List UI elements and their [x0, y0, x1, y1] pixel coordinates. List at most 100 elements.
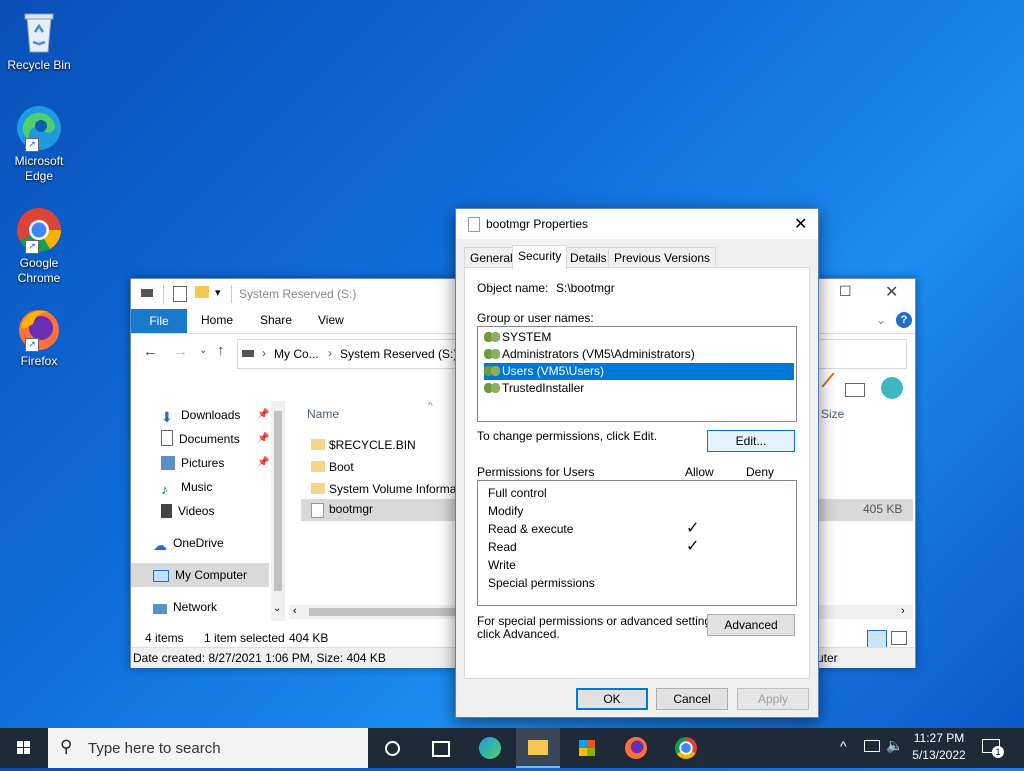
drive-icon — [141, 289, 153, 297]
recycle-bin-desktop-icon[interactable]: Recycle Bin — [4, 8, 74, 73]
nav-item-documents[interactable]: Documents — [161, 429, 240, 449]
edge-desktop-icon[interactable]: ↗ Microsoft Edge — [4, 104, 74, 184]
chrome-icon: ↗ — [15, 206, 63, 254]
file-size: 405 KB — [863, 502, 903, 516]
details-view-icon[interactable] — [867, 630, 887, 648]
ribbon-collapse-chevron-icon[interactable]: ⌄ — [876, 313, 886, 327]
taskbar-firefox[interactable] — [614, 728, 658, 768]
breadcrumb-my-computer[interactable]: My Co... — [274, 347, 319, 361]
drive-icon — [242, 350, 254, 357]
taskbar-store[interactable] — [566, 728, 610, 768]
object-name-label: Object name: — [477, 281, 549, 295]
nav-item-my-computer[interactable]: My Computer — [153, 565, 247, 585]
user-item-users[interactable]: Users (VM5\Users) — [484, 363, 794, 380]
volume-icon[interactable]: 🔈 — [886, 737, 903, 754]
edit-button[interactable]: Edit... — [707, 430, 795, 452]
rename-icon[interactable] — [845, 383, 865, 397]
breadcrumb-separator-icon: › — [328, 346, 332, 360]
cortana-button[interactable] — [370, 728, 414, 768]
nav-item-pictures[interactable]: Pictures — [161, 453, 224, 473]
help-icon[interactable]: ? — [896, 312, 912, 328]
desktop-icon-label: Recycle Bin — [7, 58, 71, 72]
users-group-icon — [484, 330, 500, 344]
tab-security[interactable]: Security — [512, 245, 568, 269]
cancel-button[interactable]: Cancel — [656, 688, 728, 710]
ribbon-tab-view[interactable]: View — [318, 313, 344, 327]
close-icon[interactable]: ✕ — [885, 282, 898, 302]
tab-details[interactable]: Details — [564, 247, 613, 268]
pin-icon[interactable]: 📌 — [257, 409, 269, 420]
clock-time: 11:27 PM — [913, 731, 965, 745]
shell-globe-icon[interactable] — [881, 377, 903, 399]
user-list[interactable]: SYSTEM Administrators (VM5\Administrator… — [477, 326, 797, 422]
nav-item-onedrive[interactable]: ☁ OneDrive — [153, 533, 224, 553]
up-arrow-icon[interactable]: ↑ — [217, 342, 225, 359]
edit-pen-icon[interactable] — [821, 372, 835, 388]
forward-arrow-icon[interactable]: → — [173, 343, 188, 360]
taskbar-file-explorer[interactable] — [516, 728, 560, 768]
quick-access-dropdown-icon[interactable]: ▾ — [215, 286, 221, 299]
properties-dialog[interactable]: bootmgr Properties ✕ General Security De… — [455, 208, 819, 718]
user-item-administrators[interactable]: Administrators (VM5\Administrators) — [484, 346, 794, 363]
h-scrollbar-thumb[interactable] — [309, 608, 479, 616]
dialog-titlebar[interactable]: bootmgr Properties ✕ — [456, 209, 818, 239]
item-count: 4 items — [145, 631, 184, 645]
firefox-desktop-icon[interactable]: ↗ Firefox — [4, 304, 74, 369]
recent-dropdown-icon[interactable]: ⌄ — [199, 345, 207, 356]
scroll-down-icon[interactable]: ⌄ — [273, 603, 281, 614]
nav-item-network[interactable]: Network — [153, 597, 217, 617]
folder-icon — [528, 740, 548, 755]
maximize-icon[interactable]: ☐ — [839, 283, 852, 300]
store-bag-icon — [579, 740, 595, 756]
clock[interactable]: 11:27 PM 5/13/2022 — [906, 730, 972, 766]
ribbon-tab-share[interactable]: Share — [260, 313, 292, 327]
users-group-icon — [484, 381, 500, 395]
column-header-size[interactable]: Size — [821, 407, 844, 421]
apply-button[interactable]: Apply — [737, 688, 809, 710]
user-item-trustedinstaller[interactable]: TrustedInstaller — [484, 380, 794, 397]
cloud-icon: ☁ — [153, 537, 167, 553]
ribbon-tab-home[interactable]: Home — [201, 313, 233, 327]
shortcut-arrow-icon: ↗ — [25, 338, 39, 352]
action-center-button[interactable]: 1 — [980, 737, 1006, 759]
shortcut-arrow-icon: ↗ — [25, 240, 39, 254]
tab-general[interactable]: General — [464, 247, 519, 268]
allow-checkmark-icon: ✓ — [686, 538, 700, 555]
nav-item-videos[interactable]: Videos — [161, 501, 214, 521]
computer-icon — [153, 570, 169, 582]
taskbar-edge[interactable] — [468, 728, 512, 768]
tab-previous-versions[interactable]: Previous Versions — [608, 247, 717, 268]
breadcrumb-system-reserved[interactable]: System Reserved (S:) — [340, 347, 457, 361]
windows-logo-icon — [17, 741, 30, 754]
taskbar-chrome[interactable] — [664, 728, 708, 768]
chrome-desktop-icon[interactable]: ↗ Google Chrome — [4, 206, 74, 286]
pin-icon[interactable]: 📌 — [257, 433, 269, 444]
column-header-name[interactable]: Name — [307, 407, 339, 421]
ok-button[interactable]: OK — [576, 688, 648, 710]
permission-special: Special permissions — [488, 576, 595, 590]
nav-scrollbar-thumb[interactable] — [274, 411, 282, 591]
show-hidden-icons-chevron-icon[interactable]: ^ — [840, 738, 847, 754]
start-button[interactable] — [2, 728, 46, 768]
nav-item-downloads[interactable]: ⬇ Downloads — [161, 405, 240, 425]
new-folder-icon[interactable] — [195, 286, 209, 298]
properties-check-icon[interactable] — [173, 286, 187, 302]
ribbon-tab-file[interactable]: File — [131, 309, 187, 333]
nav-scrollbar[interactable]: ⌄ — [271, 401, 285, 621]
taskbar-search-box[interactable]: ⚲ Type here to search — [48, 728, 368, 768]
large-icons-view-icon[interactable] — [891, 631, 907, 645]
network-icon[interactable] — [864, 740, 880, 752]
permission-full-control: Full control — [488, 486, 547, 500]
pin-icon[interactable]: 📌 — [257, 457, 269, 468]
system-file-icon — [311, 503, 324, 518]
user-item-system[interactable]: SYSTEM — [484, 329, 794, 346]
nav-item-music[interactable]: ♪ Music — [161, 477, 212, 497]
scroll-right-icon[interactable]: › — [901, 605, 905, 617]
back-arrow-icon[interactable]: ← — [143, 343, 158, 360]
close-icon[interactable]: ✕ — [794, 214, 807, 234]
advanced-button[interactable]: Advanced — [707, 614, 795, 636]
task-view-button[interactable] — [418, 728, 462, 768]
permission-read: Read — [488, 540, 517, 554]
scroll-left-icon[interactable]: ‹ — [293, 605, 297, 617]
divider — [231, 285, 232, 303]
